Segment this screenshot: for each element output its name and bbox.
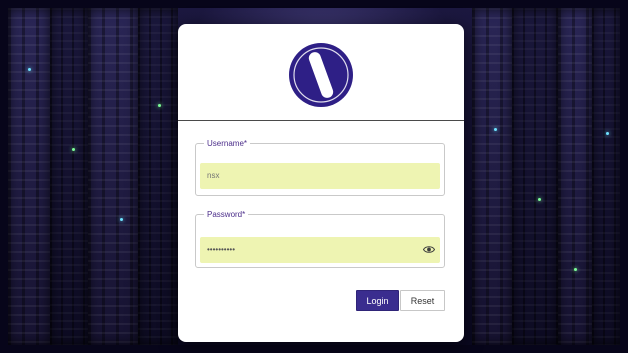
- username-field: Username*: [195, 139, 445, 196]
- server-rack: [8, 8, 50, 345]
- username-input[interactable]: [200, 163, 440, 189]
- password-input[interactable]: ••••••••••: [200, 237, 440, 263]
- server-rack: [88, 8, 138, 345]
- reset-button[interactable]: Reset: [400, 290, 445, 311]
- status-led: [538, 198, 541, 201]
- status-led: [120, 218, 123, 221]
- server-rack: [472, 8, 512, 345]
- server-rack: [592, 8, 620, 345]
- header-divider: [178, 120, 464, 121]
- status-led: [606, 132, 609, 135]
- username-label: Username*: [207, 139, 248, 148]
- login-screen: Username* Password* •••••••••• Login Res…: [0, 0, 628, 353]
- status-led: [574, 268, 577, 271]
- eye-icon[interactable]: [423, 245, 435, 254]
- status-led: [494, 128, 497, 131]
- server-rack: [512, 8, 558, 345]
- status-led: [72, 148, 75, 151]
- password-label: Password*: [207, 210, 246, 219]
- server-rack: [50, 8, 88, 345]
- status-led: [28, 68, 31, 71]
- server-rack: [558, 8, 592, 345]
- password-field: Password* ••••••••••: [195, 210, 445, 268]
- login-button[interactable]: Login: [356, 290, 399, 311]
- login-card: Username* Password* •••••••••• Login Res…: [178, 24, 464, 342]
- status-led: [158, 104, 161, 107]
- server-rack: [138, 8, 178, 345]
- brand-logo-icon: [289, 43, 353, 107]
